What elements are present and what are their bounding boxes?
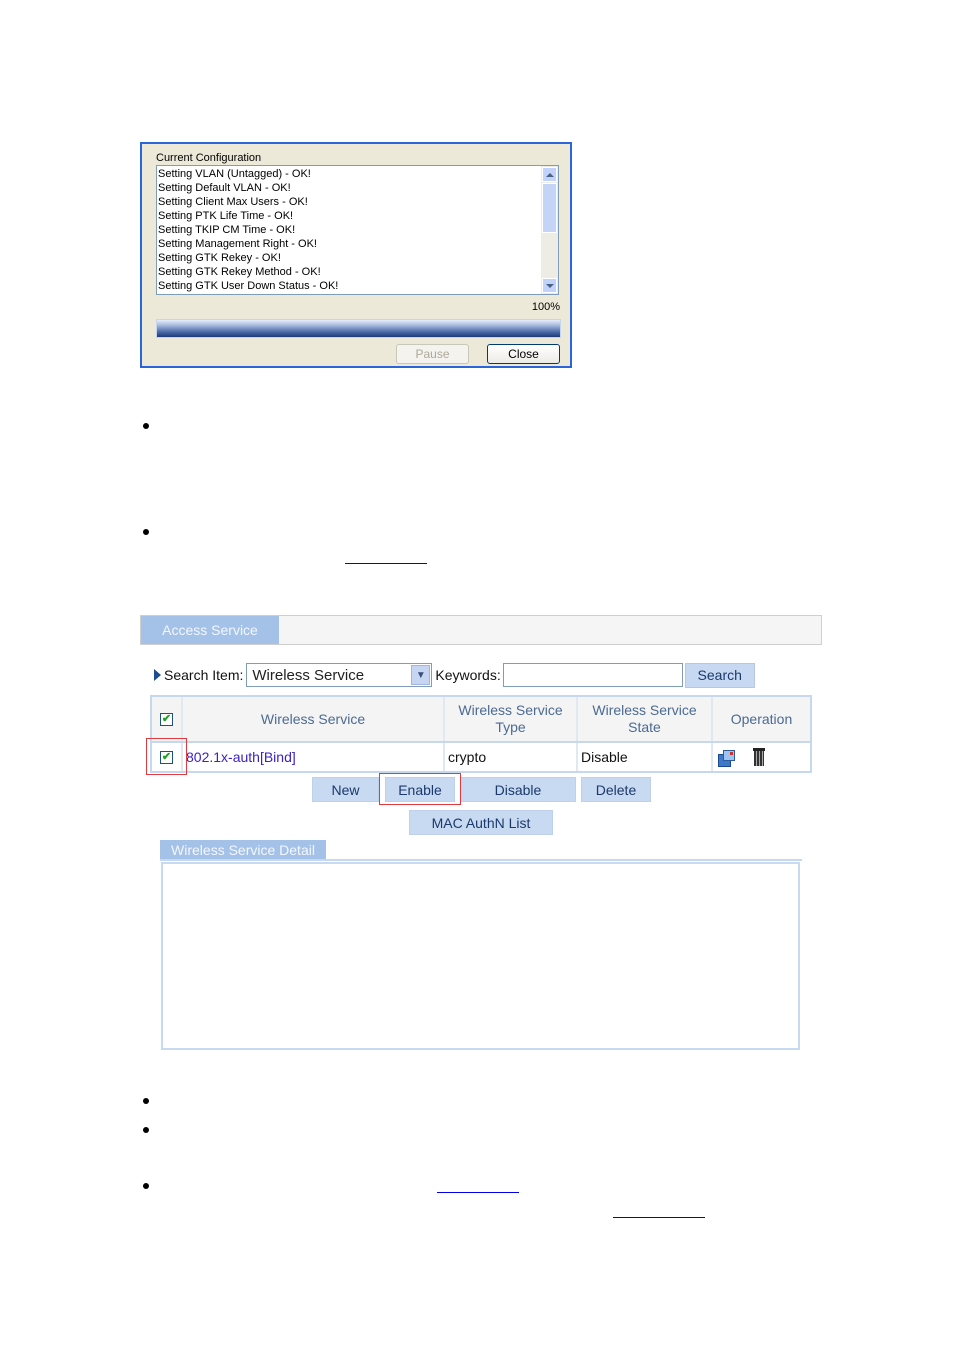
scroll-up-button[interactable] bbox=[542, 167, 557, 182]
pause-button[interactable]: Pause bbox=[396, 344, 469, 364]
document-link-underline[interactable] bbox=[613, 1217, 705, 1218]
progress-percent: 100% bbox=[531, 301, 560, 313]
chevron-down-icon[interactable]: ▼ bbox=[411, 665, 431, 685]
service-name-cell: 802.1x-auth[Bind] bbox=[183, 743, 445, 771]
search-item-label: Search Item: bbox=[164, 667, 244, 683]
log-line: Setting Client Max Users - OK! bbox=[158, 196, 308, 208]
tab-access-service[interactable]: Access Service bbox=[141, 616, 279, 644]
header-wireless-service-state[interactable]: Wireless Service State bbox=[578, 697, 713, 741]
keywords-input[interactable] bbox=[502, 663, 683, 687]
log-line: Setting GTK Rekey Method - OK! bbox=[158, 266, 321, 278]
document-link-underline[interactable] bbox=[345, 563, 427, 564]
log-lines: Setting VLAN (Untagged) - OK! Setting Def… bbox=[158, 167, 540, 293]
progress-bar bbox=[156, 319, 561, 338]
highlight-box-checkbox bbox=[146, 738, 187, 775]
configuration-log[interactable]: Setting VLAN (Untagged) - OK! Setting Def… bbox=[156, 165, 559, 295]
search-item-select[interactable]: Wireless Service ▼ bbox=[246, 663, 433, 687]
mac-authn-list-button[interactable]: MAC AuthN List bbox=[409, 810, 553, 835]
service-type-cell: crypto bbox=[445, 743, 578, 771]
bullet-marker bbox=[143, 423, 149, 429]
scroll-thumb[interactable] bbox=[542, 183, 557, 233]
log-line: Setting GTK User Down Status - OK! bbox=[158, 280, 339, 292]
table-row: ✔ 802.1x-auth[Bind] crypto Disable bbox=[152, 743, 810, 771]
progress-bar-fill bbox=[157, 320, 560, 337]
scroll-down-button[interactable] bbox=[542, 278, 557, 293]
header-wireless-service-type[interactable]: Wireless Service Type bbox=[445, 697, 578, 741]
delete-icon[interactable] bbox=[753, 748, 765, 766]
select-all-checkbox[interactable]: ✔ bbox=[160, 712, 173, 726]
disable-button[interactable]: Disable bbox=[460, 777, 576, 802]
bullet-marker bbox=[143, 1183, 149, 1189]
service-name-link[interactable]: 802.1x-auth[Bind] bbox=[186, 749, 296, 765]
header-select-cell: ✔ bbox=[152, 697, 183, 741]
highlight-box-enable bbox=[379, 773, 461, 805]
tab-wireless-service-detail[interactable]: Wireless Service Detail bbox=[160, 840, 326, 860]
header-operation: Operation bbox=[730, 710, 793, 727]
arrow-up-icon bbox=[545, 172, 554, 177]
delete-button[interactable]: Delete bbox=[581, 777, 651, 802]
new-button[interactable]: New bbox=[312, 777, 379, 802]
close-button[interactable]: Close bbox=[487, 344, 560, 364]
bullet-marker bbox=[143, 529, 149, 535]
arrow-right-icon bbox=[154, 669, 161, 681]
search-item-value: Wireless Service bbox=[252, 666, 365, 684]
bullet-marker bbox=[143, 1098, 149, 1104]
log-line: Setting VLAN (Untagged) - OK! bbox=[158, 168, 311, 180]
service-state-cell: Disable bbox=[578, 743, 713, 771]
log-line: Setting TKIP CM Time - OK! bbox=[158, 224, 296, 236]
search-bar: Search Item: Wireless Service ▼ Keywords… bbox=[154, 662, 755, 688]
wireless-service-detail-panel bbox=[161, 862, 800, 1050]
log-line: Setting PTK Life Time - OK! bbox=[158, 210, 294, 222]
search-button[interactable]: Search bbox=[684, 662, 755, 688]
arrow-down-icon bbox=[545, 283, 554, 288]
keywords-label: Keywords: bbox=[435, 667, 501, 683]
tab-bar: Access Service bbox=[140, 615, 822, 645]
table-header: ✔ Wireless Service Wireless Service Type… bbox=[152, 697, 810, 743]
log-scrollbar[interactable] bbox=[541, 166, 558, 294]
detail-divider bbox=[160, 859, 802, 861]
log-line: Setting GTK Rekey - OK! bbox=[158, 252, 281, 264]
configuration-progress-dialog: Current Configuration Setting VLAN (Unta… bbox=[140, 142, 572, 368]
bullet-marker bbox=[143, 1127, 149, 1133]
operation-cell bbox=[713, 743, 810, 771]
log-line: Setting Management Right - OK! bbox=[158, 238, 317, 250]
log-line: Setting Default VLAN - OK! bbox=[158, 182, 291, 194]
document-link-underline[interactable] bbox=[437, 1192, 519, 1193]
modify-icon[interactable] bbox=[717, 749, 735, 767]
current-configuration-label: Current Configuration bbox=[156, 152, 262, 164]
wireless-service-table: ✔ Wireless Service Wireless Service Type… bbox=[150, 695, 812, 773]
header-wireless-service[interactable]: Wireless Service bbox=[183, 697, 445, 741]
